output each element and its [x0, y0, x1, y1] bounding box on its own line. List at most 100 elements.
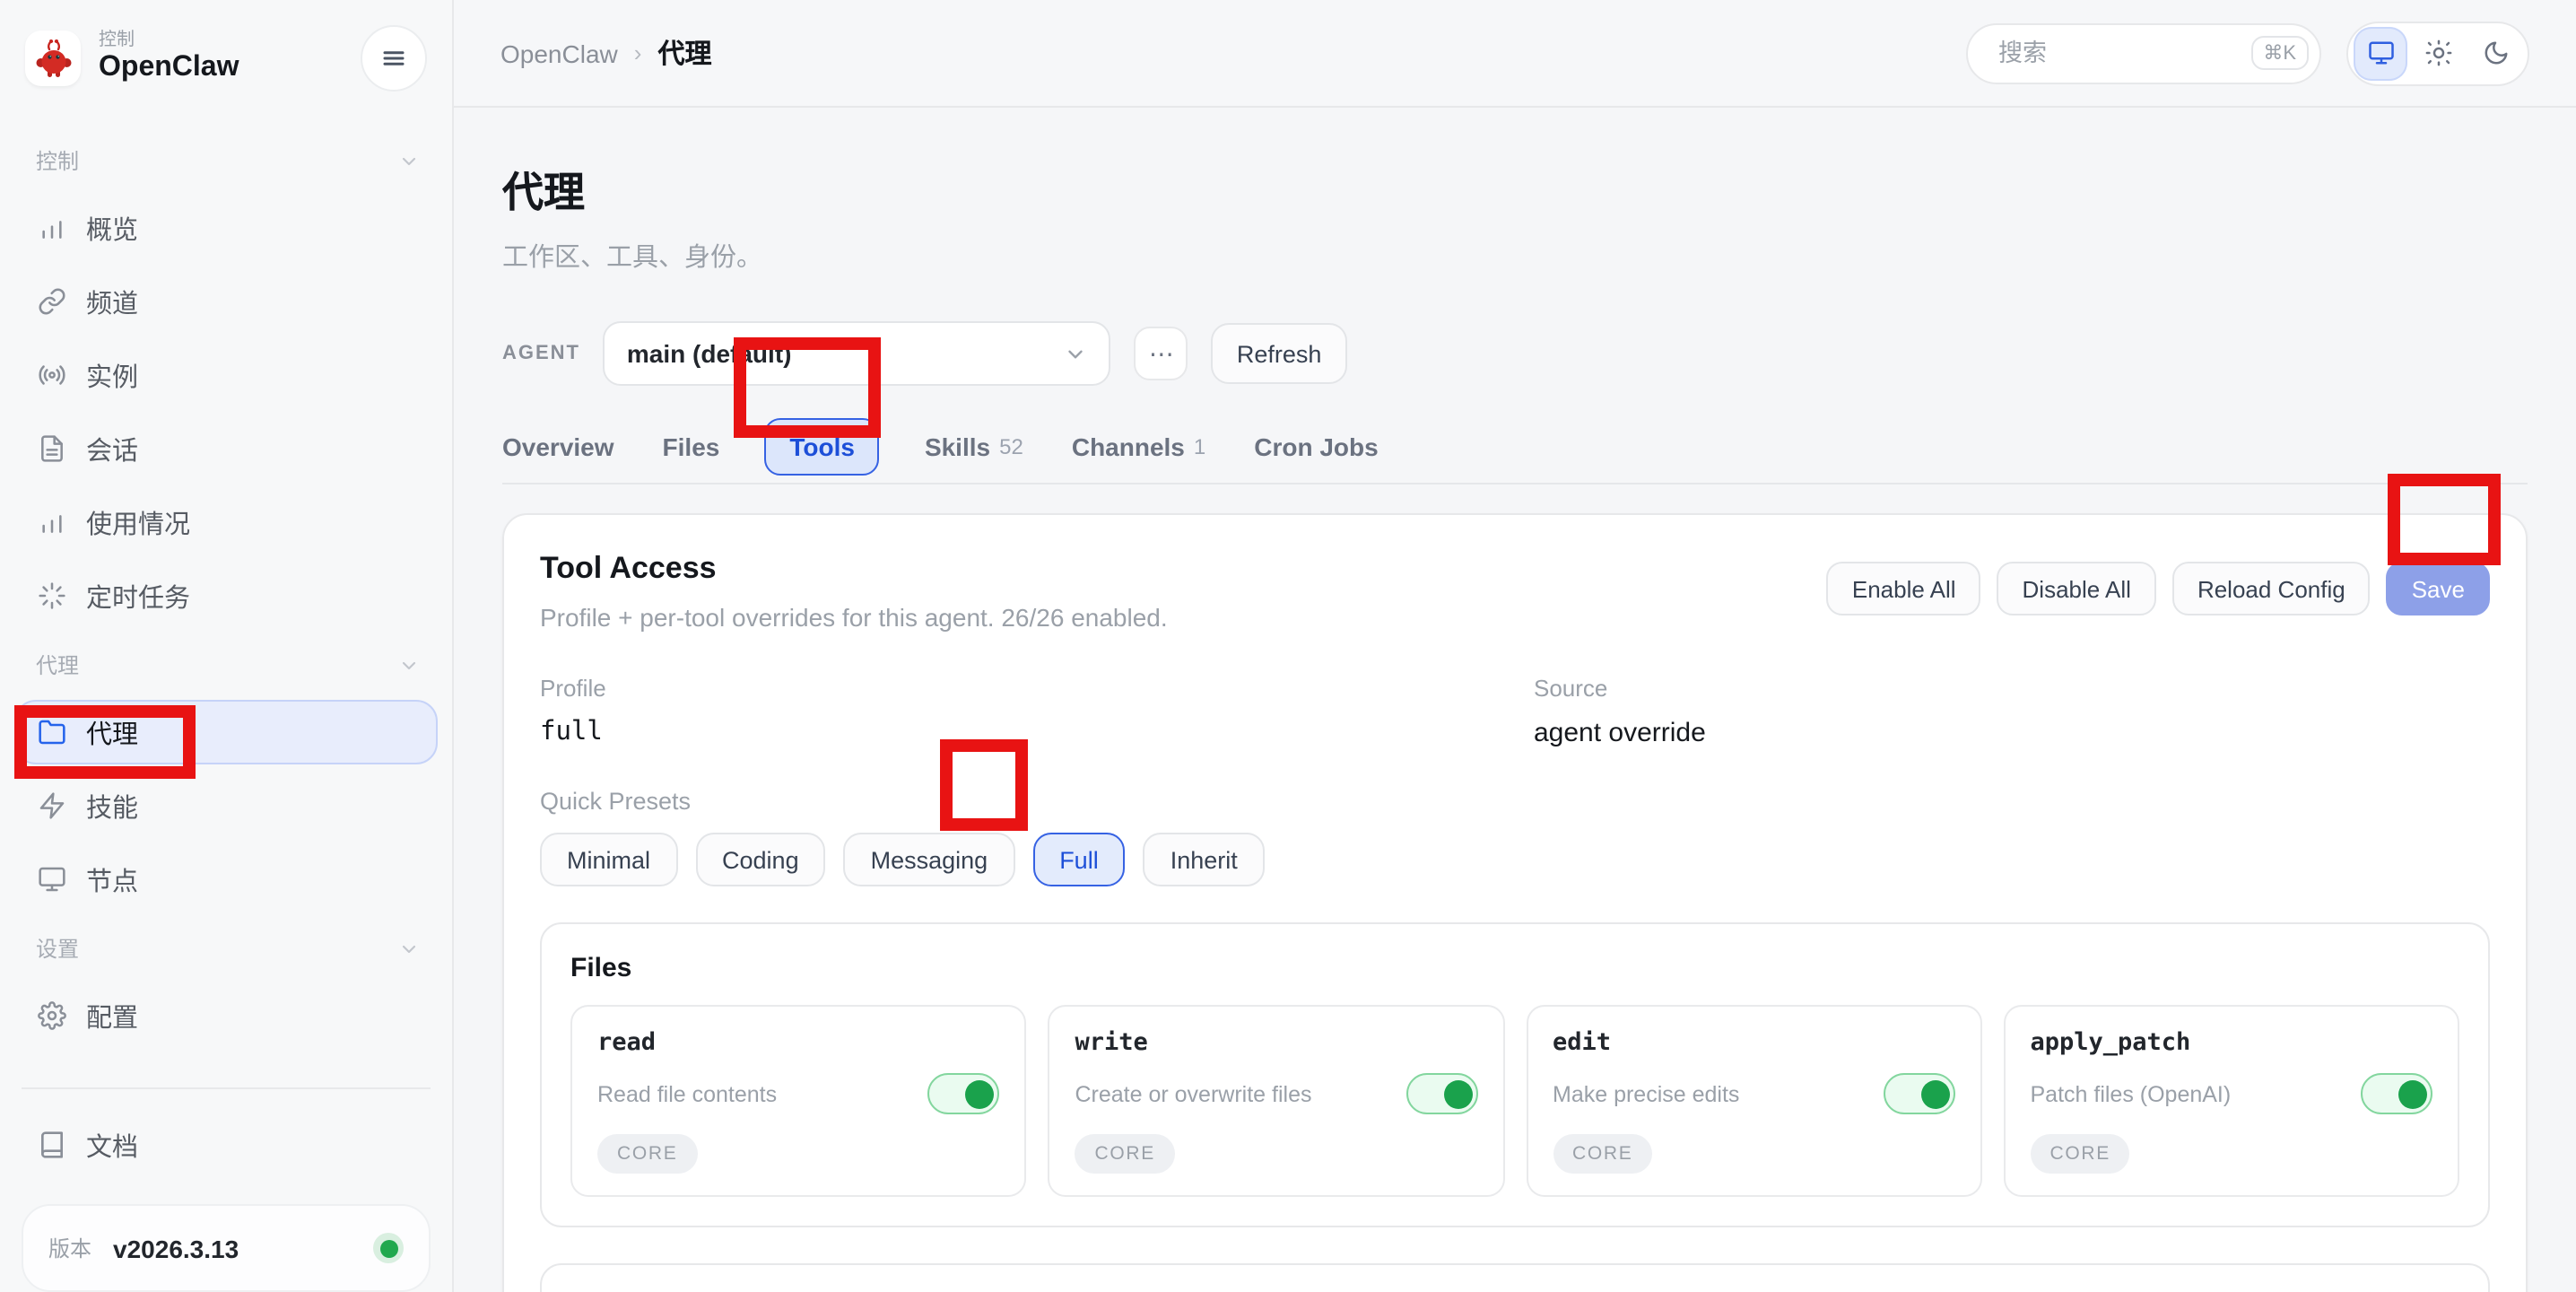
- status-dot-icon: [373, 1233, 404, 1263]
- version-card: 版本 v2026.3.13: [22, 1204, 431, 1292]
- brand: 控制 OpenClaw: [14, 25, 438, 92]
- chevron-down-icon: [398, 150, 420, 171]
- tool-toggle-on[interactable]: [1405, 1073, 1477, 1114]
- tool-description: Make precise edits: [1553, 1081, 1869, 1106]
- theme-dark-button[interactable]: [2468, 26, 2522, 80]
- tool-card-edit: edit Make precise edits CORE: [1526, 1005, 1982, 1197]
- sidebar-item-link[interactable]: 频道: [14, 269, 438, 334]
- preset-full-button[interactable]: Full: [1032, 833, 1126, 886]
- quick-presets-label: Quick Presets: [540, 788, 2490, 815]
- tool-description: Patch files (OpenAI): [2031, 1081, 2347, 1106]
- quick-presets: Minimal Coding Messaging Full Inherit: [540, 833, 2490, 886]
- sidebar: 控制 OpenClaw 控制概览频道实例会话使用情况定时任务代理代理技能节点设置…: [0, 0, 454, 1292]
- sidebar-item-label: 实例: [86, 356, 138, 394]
- profile-label: Profile: [540, 675, 1534, 702]
- moon-icon: [2482, 39, 2509, 66]
- book-icon: [38, 1130, 66, 1159]
- tab-cron-jobs[interactable]: Cron Jobs: [1254, 429, 1378, 465]
- source-label: Source: [1534, 675, 2490, 702]
- tab-label: Channels: [1072, 432, 1185, 461]
- tab-overview[interactable]: Overview: [502, 429, 614, 465]
- sun-icon: [2424, 39, 2451, 66]
- sidebar-item-file[interactable]: 会话: [14, 416, 438, 481]
- zap-icon: [38, 791, 66, 820]
- core-badge: CORE: [1553, 1134, 1652, 1174]
- sidebar-item-bars[interactable]: 概览: [14, 196, 438, 260]
- tool-toggle-on[interactable]: [928, 1073, 1000, 1114]
- tool-access-card: Tool Access Profile + per-tool overrides…: [502, 513, 2528, 1292]
- tab-tools[interactable]: Tools: [764, 418, 880, 476]
- chevron-down-icon: [398, 654, 420, 676]
- sidebar-item-label: 定时任务: [86, 577, 190, 615]
- brand-name: OpenClaw: [99, 50, 239, 86]
- version-label: 版本: [48, 1233, 91, 1263]
- tab-skills[interactable]: Skills52: [925, 429, 1023, 465]
- breadcrumb-current: 代理: [657, 34, 711, 72]
- sidebar-section-label[interactable]: 控制: [14, 135, 438, 187]
- preset-minimal-button[interactable]: Minimal: [540, 833, 677, 886]
- profile-value: full: [540, 718, 1534, 746]
- search-box[interactable]: ⌘K: [1966, 22, 2321, 83]
- tool-name: edit: [1553, 1028, 1955, 1057]
- tool-access-title: Tool Access: [540, 551, 1168, 587]
- menu-icon: [380, 45, 407, 72]
- brand-text: 控制 OpenClaw: [99, 31, 239, 86]
- sidebar-item-radio[interactable]: 实例: [14, 343, 438, 407]
- tool-name: write: [1075, 1028, 1478, 1057]
- tool-name: apply_patch: [2031, 1028, 2433, 1057]
- topbar: OpenClaw › 代理 ⌘K: [454, 0, 2576, 108]
- tool-toggle-on[interactable]: [2361, 1073, 2432, 1114]
- theme-light-button[interactable]: [2411, 26, 2465, 80]
- tab-label: Overview: [502, 432, 614, 461]
- sidebar-item-zap[interactable]: 技能: [14, 773, 438, 838]
- tab-bar: OverviewFilesToolsSkills52Channels1Cron …: [502, 429, 2528, 484]
- agent-select[interactable]: main (default): [604, 321, 1111, 386]
- tool-group-runtime: RuntimeexecRun shell commandsprocessMana…: [540, 1263, 2490, 1292]
- preset-messaging-button[interactable]: Messaging: [844, 833, 1015, 886]
- sidebar-nav: 控制概览频道实例会话使用情况定时任务代理代理技能节点设置配置: [14, 124, 438, 1057]
- preset-inherit-button[interactable]: Inherit: [1144, 833, 1265, 886]
- disable-all-button[interactable]: Disable All: [1997, 562, 2156, 615]
- chevron-down-icon: [1065, 342, 1088, 365]
- reload-config-button[interactable]: Reload Config: [2172, 562, 2371, 615]
- link-icon: [38, 287, 66, 316]
- sidebar-item-bars[interactable]: 使用情况: [14, 490, 438, 554]
- spinner-icon: [38, 581, 66, 610]
- enable-all-button[interactable]: Enable All: [1827, 562, 1981, 615]
- sidebar-item-label: 技能: [86, 787, 138, 825]
- sidebar-item-label: 节点: [86, 860, 138, 898]
- sidebar-item-folder-active[interactable]: 代理: [14, 700, 438, 764]
- sidebar-item-docs[interactable]: 文档: [14, 1113, 438, 1177]
- theme-system-button[interactable]: [2354, 26, 2407, 80]
- agent-select-value: main (default): [627, 339, 792, 368]
- sidebar-item-label: 代理: [86, 713, 138, 751]
- refresh-button[interactable]: Refresh: [1212, 323, 1347, 384]
- sidebar-collapse-button[interactable]: [361, 25, 427, 92]
- chevron-down-icon: [398, 938, 420, 959]
- theme-switcher: [2346, 21, 2529, 85]
- agent-more-button[interactable]: ⋯: [1135, 327, 1188, 380]
- agent-label: AGENT: [502, 343, 580, 364]
- brand-kicker: 控制: [99, 31, 239, 50]
- sidebar-item-label: 使用情况: [86, 503, 190, 541]
- tab-files[interactable]: Files: [663, 429, 720, 465]
- radio-icon: [38, 361, 66, 389]
- save-button[interactable]: Save: [2387, 562, 2490, 615]
- agent-bar: AGENT main (default) ⋯ Refresh: [502, 321, 2528, 386]
- sidebar-item-spinner[interactable]: 定时任务: [14, 563, 438, 628]
- openclaw-logo-icon: [25, 31, 81, 86]
- sidebar-item-monitor[interactable]: 节点: [14, 847, 438, 912]
- preset-coding-button[interactable]: Coding: [695, 833, 826, 886]
- tool-toggle-on[interactable]: [1884, 1073, 1955, 1114]
- search-shortcut-badge: ⌘K: [2250, 36, 2309, 70]
- sidebar-item-gear[interactable]: 配置: [14, 983, 438, 1048]
- monitor-icon: [38, 865, 66, 894]
- page-subtitle: 工作区、工具、身份。: [502, 237, 2528, 275]
- sidebar-section-label[interactable]: 代理: [14, 639, 438, 691]
- sidebar-section-label[interactable]: 设置: [14, 922, 438, 974]
- tab-channels[interactable]: Channels1: [1072, 429, 1205, 465]
- profile-source-grid: Profile full Source agent override: [540, 675, 2490, 748]
- search-input[interactable]: [1995, 38, 2240, 68]
- breadcrumb-root[interactable]: OpenClaw: [500, 39, 618, 67]
- sidebar-item-label: 会话: [86, 430, 138, 467]
